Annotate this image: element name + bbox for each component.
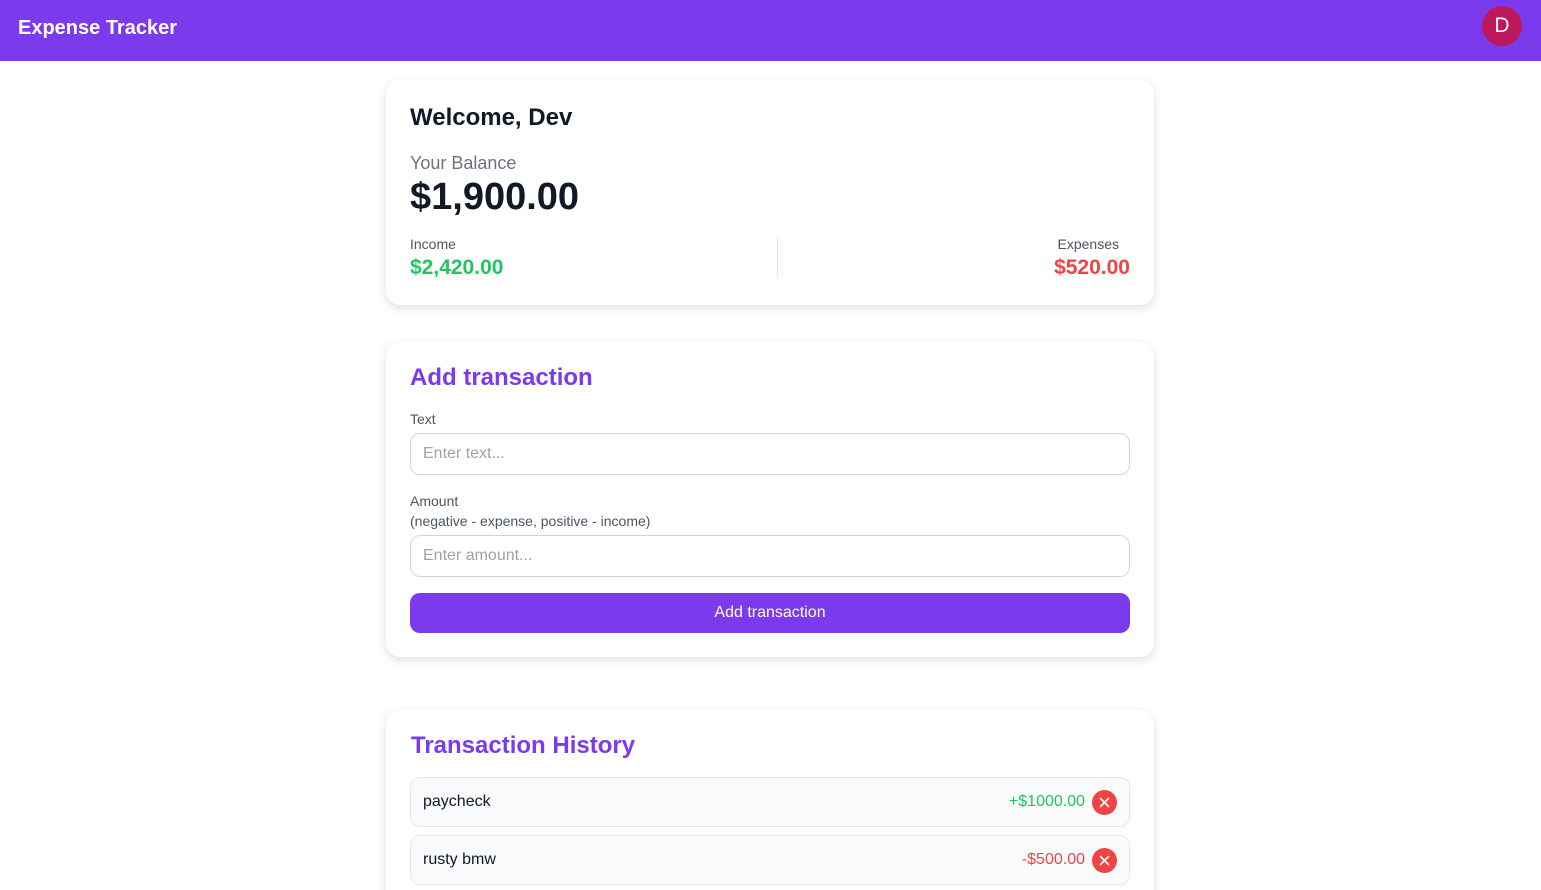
text-input[interactable] (410, 433, 1130, 475)
add-transaction-heading: Add transaction (410, 364, 593, 391)
add-transaction-button[interactable]: Add transaction (410, 593, 1130, 633)
balance-label: Your Balance (410, 153, 517, 173)
transaction-history-card: Transaction History paycheck +$1000.00 r… (386, 710, 1154, 890)
transaction-amount: +$1000.00 (1008, 793, 1085, 810)
transaction-amount: -$500.00 (1021, 851, 1085, 868)
balance-card: Welcome, Dev Your Balance $1,900.00 Inco… (386, 80, 1154, 305)
income-label: Income (410, 236, 456, 252)
amount-field-label: Amount (410, 493, 459, 509)
user-avatar[interactable]: D (1482, 6, 1522, 46)
transaction-text: rusty bmw (423, 851, 496, 868)
transaction-history-heading: Transaction History (411, 732, 636, 759)
expenses-label: Expenses (1057, 236, 1119, 252)
delete-transaction-button[interactable] (1092, 848, 1117, 873)
welcome-heading: Welcome, Dev (410, 104, 573, 131)
summary-divider (777, 237, 778, 278)
transaction-row: rusty bmw -$500.00 (410, 835, 1130, 885)
amount-hint: (negative - expense, positive - income) (410, 513, 651, 529)
transaction-row: paycheck +$1000.00 (410, 777, 1130, 827)
balance-amount: $1,900.00 (410, 176, 580, 218)
amount-input[interactable] (410, 535, 1130, 577)
close-icon (1099, 797, 1110, 808)
app-title: Expense Tracker (18, 17, 177, 39)
transaction-text: paycheck (423, 793, 491, 810)
income-amount: $2,420.00 (410, 256, 504, 279)
top-bar: Expense Tracker D (0, 0, 1541, 61)
add-transaction-card: Add transaction Text Amount (negative - … (386, 342, 1154, 657)
delete-transaction-button[interactable] (1092, 790, 1117, 815)
expenses-amount: $520.00 (1054, 256, 1130, 279)
text-field-label: Text (410, 411, 436, 427)
close-icon (1099, 855, 1110, 866)
